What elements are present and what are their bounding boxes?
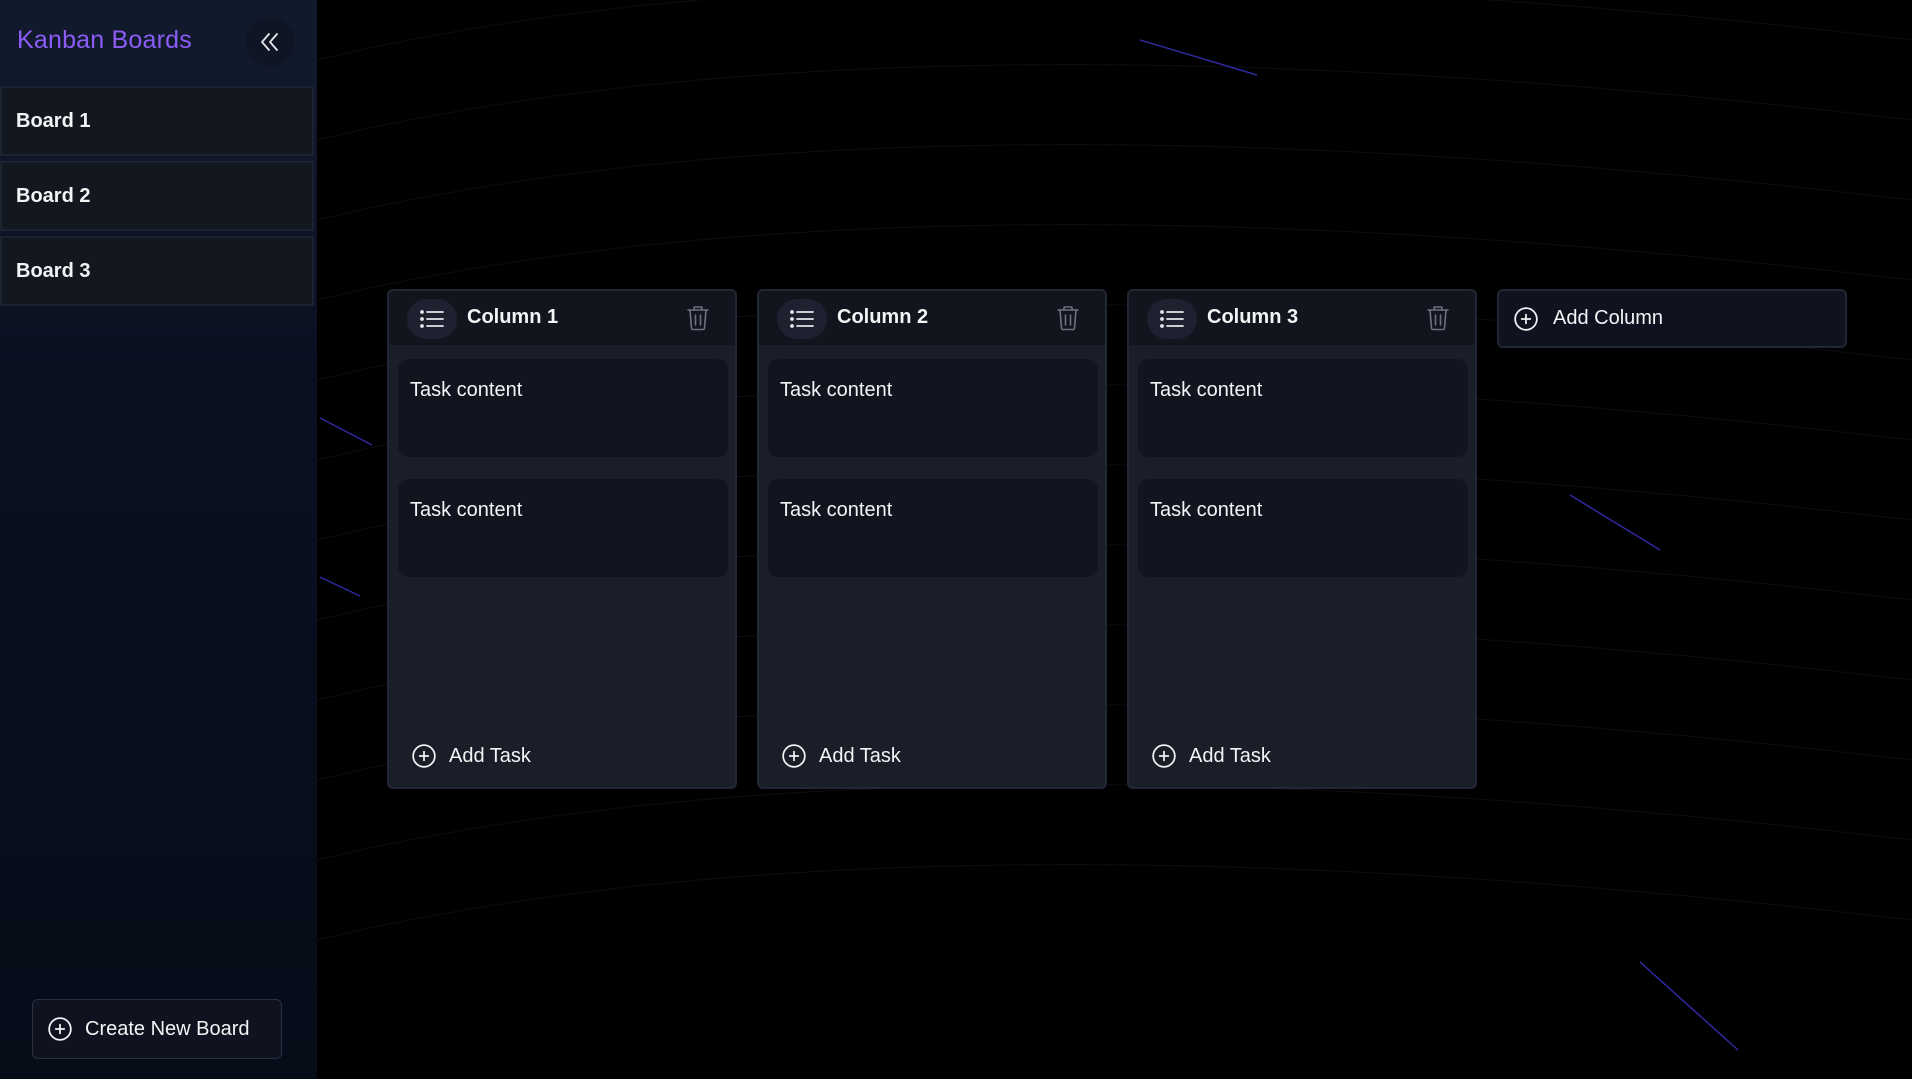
add-task-button[interactable]: Add Task xyxy=(781,741,901,771)
list-icon xyxy=(420,310,444,328)
column-drag-handle[interactable] xyxy=(1147,299,1197,339)
add-task-label: Add Task xyxy=(449,744,531,767)
column-header: Column 1 xyxy=(389,291,735,345)
trash-icon xyxy=(687,306,709,331)
task-content: Task content xyxy=(780,499,893,521)
delete-column-button[interactable] xyxy=(1423,303,1453,333)
task-content: Task content xyxy=(410,379,523,401)
add-task-label: Add Task xyxy=(1189,744,1271,767)
task-content: Task content xyxy=(780,379,893,401)
add-task-button[interactable]: Add Task xyxy=(411,741,531,771)
board-label: Board 1 xyxy=(16,109,91,132)
task-card[interactable]: Task content xyxy=(398,479,728,577)
board-label: Board 3 xyxy=(16,259,91,282)
sidebar-item-board-3[interactable]: Board 3 xyxy=(0,236,314,306)
column-header: Column 2 xyxy=(759,291,1105,345)
add-column-label: Add Column xyxy=(1553,307,1664,329)
column: Column 2 Task content Task content Add T… xyxy=(757,289,1107,789)
plus-circle-icon xyxy=(48,1017,72,1041)
plus-circle-icon xyxy=(1514,306,1538,331)
task-content: Task content xyxy=(1150,379,1263,401)
column-header: Column 3 xyxy=(1129,291,1475,345)
chevrons-left-icon xyxy=(261,33,278,51)
board-label: Board 2 xyxy=(16,184,91,207)
sidebar-title: Kanban Boards xyxy=(17,26,192,54)
column: Column 3 Task content Task content Add T… xyxy=(1127,289,1477,789)
column-title: Column 1 xyxy=(467,306,559,328)
add-column-button[interactable]: Add Column xyxy=(1497,289,1847,348)
create-board-label: Create New Board xyxy=(85,1017,250,1040)
plus-circle-icon xyxy=(412,744,436,768)
trash-icon xyxy=(1057,306,1079,331)
column-title: Column 2 xyxy=(837,306,929,328)
column: Column 1 Task content Task content Add T… xyxy=(387,289,737,789)
task-content: Task content xyxy=(410,499,523,521)
add-task-button[interactable]: Add Task xyxy=(1151,741,1271,771)
task-card[interactable]: Task content xyxy=(768,479,1098,577)
task-card[interactable]: Task content xyxy=(1138,359,1468,457)
task-content: Task content xyxy=(1150,499,1263,521)
column-drag-handle[interactable] xyxy=(777,299,827,339)
delete-column-button[interactable] xyxy=(683,303,713,333)
plus-circle-icon xyxy=(1152,744,1176,768)
task-card[interactable]: Task content xyxy=(398,359,728,457)
create-new-board-button[interactable]: Create New Board xyxy=(32,999,282,1059)
add-task-label: Add Task xyxy=(819,744,901,767)
column-title: Column 3 xyxy=(1207,306,1299,328)
sidebar-item-board-2[interactable]: Board 2 xyxy=(0,161,314,231)
list-icon xyxy=(790,310,814,328)
trash-icon xyxy=(1427,306,1449,331)
kanban-app: Kanban Boards Board 1 Board 2 Board 3 Cr… xyxy=(0,0,1912,1079)
delete-column-button[interactable] xyxy=(1053,303,1083,333)
task-card[interactable]: Task content xyxy=(768,359,1098,457)
sidebar-item-board-1[interactable]: Board 1 xyxy=(0,86,314,156)
collapse-sidebar-button[interactable] xyxy=(245,17,295,67)
list-icon xyxy=(1160,310,1184,328)
sidebar-header: Kanban Boards xyxy=(0,0,317,84)
plus-circle-icon xyxy=(782,744,806,768)
task-card[interactable]: Task content xyxy=(1138,479,1468,577)
sidebar: Kanban Boards Board 1 Board 2 Board 3 Cr… xyxy=(0,0,317,1079)
column-drag-handle[interactable] xyxy=(407,299,457,339)
